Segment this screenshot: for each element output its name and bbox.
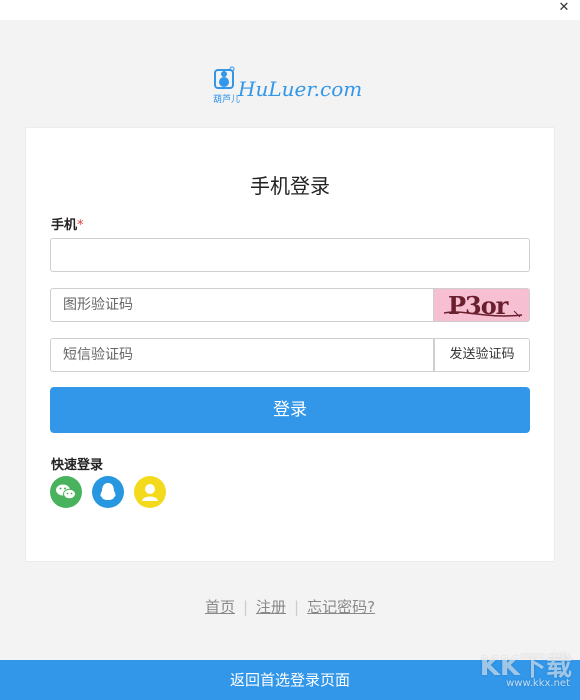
captcha-input[interactable]	[50, 288, 434, 322]
required-mark: *	[77, 218, 84, 233]
separator: |	[242, 598, 249, 616]
watermark: KK下载 www.kkx.net	[480, 646, 572, 689]
user-icon[interactable]	[134, 476, 166, 508]
wechat-icon[interactable]	[50, 476, 82, 508]
watermark-url: www.kkx.net	[506, 678, 570, 689]
phone-input[interactable]	[50, 238, 530, 272]
hulu-logo-icon: 葫芦儿 HuLuer.com	[213, 66, 362, 105]
login-button[interactable]: 登录	[50, 387, 530, 433]
home-link[interactable]: 首页	[205, 598, 235, 616]
captcha-image[interactable]: P3or	[434, 288, 530, 322]
captcha-noise	[443, 310, 523, 318]
separator: |	[294, 598, 300, 616]
footer-links: 首页 | 注册 | 忘记密码?	[0, 596, 580, 617]
title-bar: ✕	[0, 0, 580, 20]
page-title: 手机登录	[250, 174, 330, 198]
send-code-button[interactable]: 发送验证码	[434, 338, 530, 372]
login-card: 手机登录 手机* P3or 发送验证码 登录 快速登录	[25, 127, 555, 562]
phone-label-text: 手机	[51, 218, 78, 233]
logo-brand-en: HuLuer.com	[237, 77, 362, 101]
phone-label: 手机*	[51, 214, 84, 233]
logo-brand-cn: 葫芦儿	[213, 93, 240, 105]
close-icon[interactable]: ✕	[556, 0, 572, 16]
register-link[interactable]: 注册	[256, 598, 286, 616]
logo: 葫芦儿 HuLuer.com	[212, 66, 372, 106]
quick-login-label: 快速登录	[51, 458, 104, 473]
qq-icon[interactable]	[92, 476, 124, 508]
forgot-password-link[interactable]: 忘记密码?	[307, 598, 375, 616]
sms-code-input[interactable]	[50, 338, 434, 372]
